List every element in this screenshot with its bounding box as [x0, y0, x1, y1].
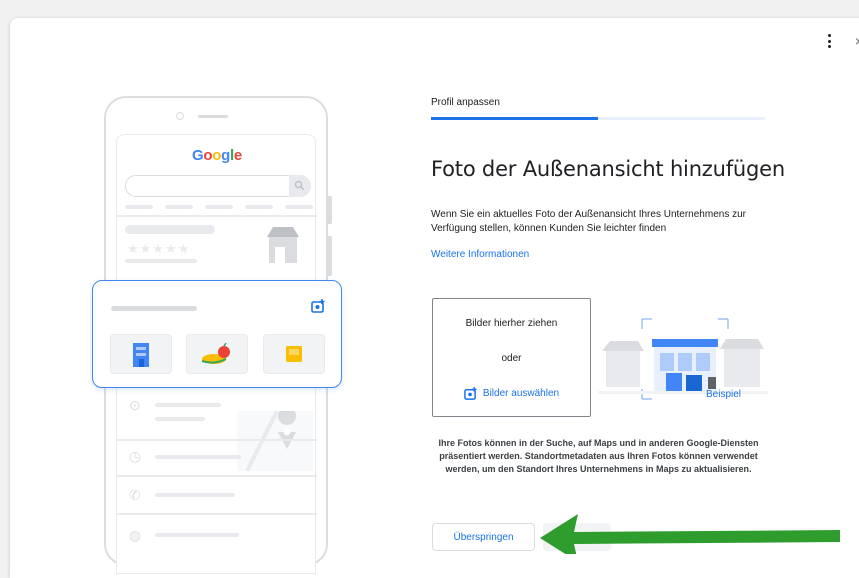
mock-tab	[165, 205, 193, 209]
mock-text-line	[125, 259, 197, 263]
logo-letter: e	[233, 147, 242, 164]
mock-text-line	[155, 417, 205, 421]
globe-icon: ◍	[129, 527, 142, 543]
map-pin-icon	[237, 411, 313, 471]
food-icon	[201, 343, 230, 364]
mock-tab	[205, 205, 233, 209]
divider	[117, 215, 317, 217]
product-box-icon	[286, 346, 302, 362]
mock-search-bar	[125, 175, 311, 197]
logo-letter: o	[203, 147, 213, 164]
select-images-button[interactable]: Bilder auswählen	[433, 387, 590, 400]
example-label: Beispiel	[706, 389, 742, 400]
location-icon: ⊙	[129, 397, 141, 413]
thumb-food	[186, 334, 248, 374]
mock-tab	[125, 205, 153, 209]
logo-letter: G	[192, 147, 204, 164]
mock-text-line	[155, 455, 241, 459]
thumb-storefront	[110, 334, 172, 374]
drag-hint: Bilder hierher ziehen	[465, 318, 558, 329]
phone-button	[328, 236, 332, 276]
speaker-slot	[198, 115, 228, 118]
google-logo: Google	[117, 147, 317, 164]
more-vert-icon[interactable]	[823, 32, 835, 50]
phone-icon: ✆	[129, 487, 141, 503]
clock-icon: ◷	[129, 448, 142, 464]
add-photo-icon	[311, 299, 325, 313]
photo-card-illustration	[92, 280, 342, 388]
divider	[117, 475, 317, 477]
or-text: oder	[501, 353, 522, 364]
search-icon	[294, 180, 305, 191]
building-icon	[133, 343, 149, 367]
progress-bar	[431, 117, 765, 120]
mock-text-line	[111, 306, 197, 311]
logo-letter: g	[221, 147, 231, 164]
description-text: Wenn Sie ein aktuelles Foto der Außenans…	[431, 209, 746, 234]
divider	[117, 513, 317, 515]
mock-tab	[285, 205, 313, 209]
photo-dropzone[interactable]: Bilder hierher ziehen oder Bilder auswäh…	[432, 298, 591, 417]
close-icon[interactable]: ×	[855, 34, 859, 48]
example-storefront-illustration	[598, 318, 768, 400]
mock-text-line	[155, 533, 239, 537]
phone-button	[328, 196, 332, 224]
page-title: Foto der Außenansicht hinzufügen	[431, 157, 785, 181]
progress-fill	[431, 117, 598, 120]
mock-tab	[245, 205, 273, 209]
select-images-label: Bilder auswählen	[482, 388, 560, 399]
mock-text-line	[155, 493, 235, 497]
add-photo-icon	[464, 387, 477, 400]
logo-letter: o	[212, 147, 222, 164]
privacy-note: Ihre Fotos können in der Suche, auf Maps…	[438, 438, 759, 474]
mock-rating-stars: ★★★★★	[127, 241, 191, 256]
mock-title-line	[125, 225, 215, 234]
storefront-icon	[267, 227, 299, 263]
learn-more-link[interactable]: Weitere Informationen	[431, 249, 529, 260]
step-label: Profil anpassen	[431, 97, 500, 108]
divider	[117, 439, 317, 441]
skip-button[interactable]: Überspringen	[432, 523, 535, 551]
thumb-product	[263, 334, 325, 374]
camera-dot	[176, 112, 184, 120]
mock-search-button	[289, 175, 311, 197]
mock-text-line	[155, 403, 221, 407]
annotation-arrow	[540, 514, 840, 554]
